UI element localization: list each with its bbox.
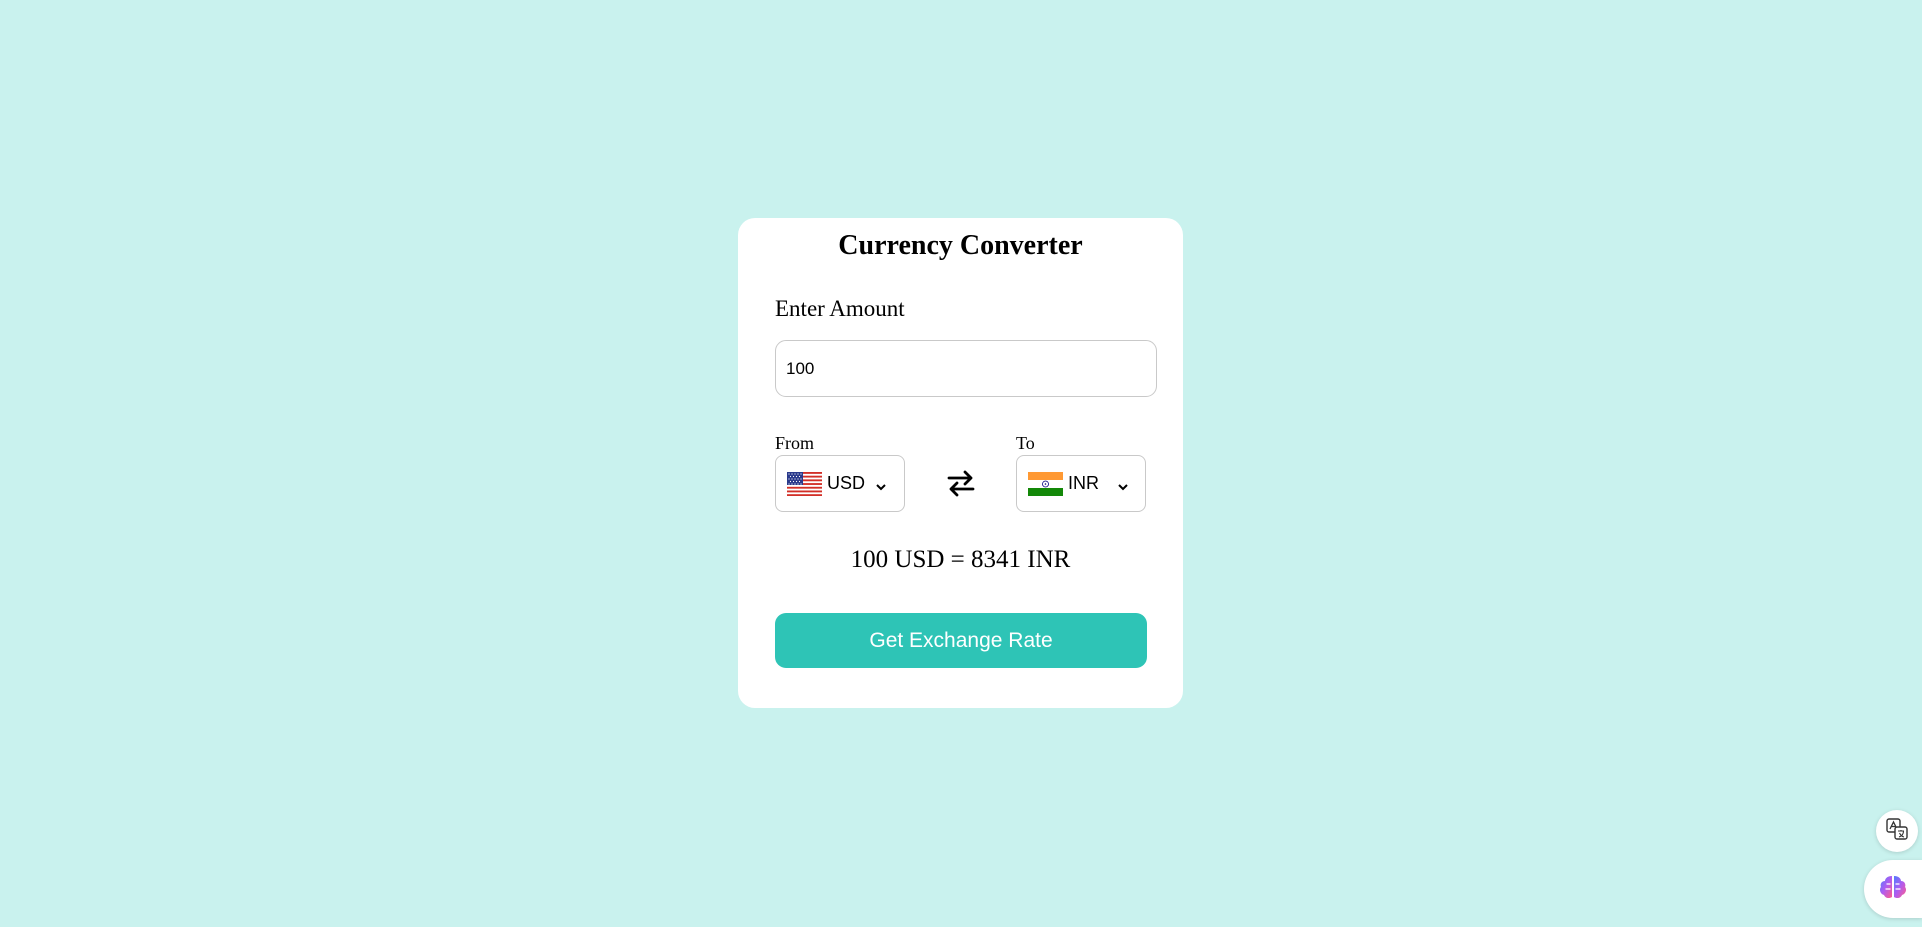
us-flag-icon <box>787 471 822 496</box>
to-currency-select[interactable]: INR <box>1016 455 1146 512</box>
amount-label: Enter Amount <box>775 296 905 321</box>
from-label: From <box>775 433 815 453</box>
ai-assistant-button[interactable] <box>1864 860 1922 918</box>
amount-input[interactable] <box>775 340 1157 397</box>
translate-button[interactable] <box>1876 810 1918 852</box>
chevron-down-icon <box>1117 479 1129 490</box>
exchange-result: 100 USD = 8341 INR <box>850 546 1071 573</box>
translate-icon <box>1885 817 1909 846</box>
from-currency-code: USD <box>827 473 866 493</box>
page-title: Currency Converter <box>838 230 1083 261</box>
india-flag-icon <box>1028 471 1063 496</box>
from-currency-select[interactable]: USD <box>775 455 905 512</box>
to-currency-code: INR <box>1068 473 1099 493</box>
get-exchange-rate-button[interactable]: Get Exchange Rate <box>775 613 1147 668</box>
chevron-down-icon <box>875 479 887 490</box>
converter-card: Currency Converter Enter Amount From <box>738 218 1183 708</box>
brain-icon <box>1878 874 1908 905</box>
to-label: To <box>1016 433 1035 453</box>
swap-arrows-icon[interactable] <box>946 466 976 500</box>
